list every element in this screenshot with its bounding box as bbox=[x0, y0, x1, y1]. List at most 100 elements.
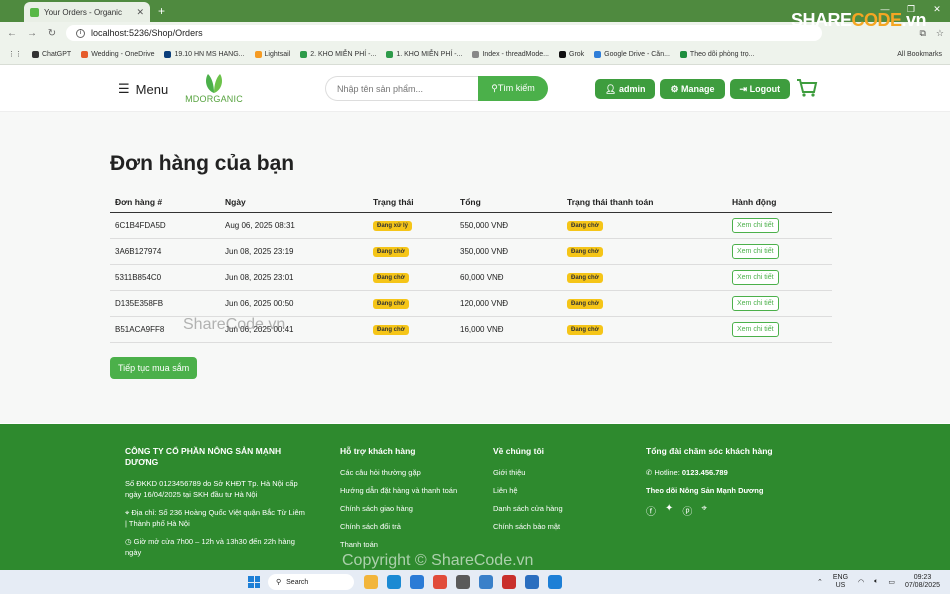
battery-icon[interactable]: ▭ bbox=[888, 578, 895, 586]
windows-start-icon[interactable] bbox=[248, 576, 260, 588]
volume-icon[interactable]: 🔈︎ bbox=[874, 578, 878, 586]
col-payment-status: Trạng thái thanh toán bbox=[562, 192, 727, 213]
bookmark-theo-doi[interactable]: Theo dõi phòng trọ... bbox=[679, 50, 755, 58]
bookmark-chatgpt[interactable]: ChatGPT bbox=[32, 50, 71, 58]
bookmark-kho-2[interactable]: 2. KHO MIỄN PHÍ -... bbox=[300, 50, 376, 58]
forward-icon[interactable]: → bbox=[26, 28, 38, 39]
search-button[interactable]: ⚲Tìm kiếm bbox=[478, 76, 548, 101]
app-icon[interactable] bbox=[525, 575, 539, 589]
reload-icon[interactable]: ↻ bbox=[46, 28, 58, 39]
new-tab-icon[interactable]: + bbox=[158, 4, 165, 18]
footer-link[interactable]: Danh sách cửa hàng bbox=[493, 503, 613, 514]
view-detail-button[interactable]: Xem chi tiết bbox=[732, 269, 779, 285]
star-icon[interactable]: ☆ bbox=[936, 28, 944, 39]
search-icon: ⚲ bbox=[491, 83, 498, 93]
taskbar-search[interactable]: ⚲ Search bbox=[268, 574, 354, 590]
support-title: Hỗ trợ khách hàng bbox=[340, 446, 416, 456]
edge-icon[interactable] bbox=[387, 575, 401, 589]
leaf-logo-icon bbox=[206, 74, 222, 93]
search-form: ⚲Tìm kiếm bbox=[325, 76, 548, 101]
chrome-icon[interactable] bbox=[433, 575, 447, 589]
col-date: Ngày bbox=[220, 192, 368, 213]
file-explorer-icon[interactable] bbox=[364, 575, 378, 589]
bookmark-onedrive[interactable]: Wedding - OneDrive bbox=[81, 50, 154, 58]
watermark-copyright: Copyright © ShareCode.vn bbox=[342, 552, 534, 569]
search-icon: ⚲ bbox=[276, 579, 282, 586]
search-input[interactable] bbox=[325, 76, 478, 101]
clock[interactable]: 09:23 07/08/2025 bbox=[905, 574, 940, 590]
watermark-mid: ShareCode.vn bbox=[183, 316, 286, 333]
table-header-row: Đơn hàng # Ngày Trạng thái Tổng Trạng th… bbox=[110, 192, 832, 213]
footer-link[interactable]: Thanh toán bbox=[340, 539, 460, 550]
table-row: 6C1B4FDA5D Aug 06, 2025 08:31 Đang xử lý… bbox=[110, 212, 832, 239]
bookmark-kho-1[interactable]: 1. KHO MIỄN PHÍ -... bbox=[386, 50, 462, 58]
order-id: 6C1B4FDA5D bbox=[110, 212, 220, 239]
company-address: ⌖ Địa chỉ: Số 236 Hoàng Quốc Việt quận B… bbox=[125, 508, 305, 528]
view-detail-button[interactable]: Xem chi tiết bbox=[732, 217, 779, 233]
pinterest-icon[interactable]: ⓟ bbox=[682, 503, 692, 518]
order-id: 3A6B127974 bbox=[110, 238, 220, 265]
logout-button[interactable]: ⇥ Logout bbox=[729, 79, 791, 99]
status-badge: Đang chờ bbox=[373, 272, 409, 283]
bookmark-lightsail[interactable]: Lightsail bbox=[254, 50, 290, 58]
footer-link[interactable]: Liên hệ bbox=[493, 485, 613, 496]
chevron-up-icon[interactable]: ⌃ bbox=[817, 578, 823, 586]
bookmarks-bar: ⋮⋮ ChatGPT Wedding - OneDrive 19.10 HN M… bbox=[0, 44, 950, 65]
bookmark-index[interactable]: Index - threadMode... bbox=[472, 50, 549, 58]
col-total: Tổng bbox=[455, 192, 562, 213]
view-detail-button[interactable]: Xem chi tiết bbox=[732, 295, 779, 311]
cart-icon[interactable] bbox=[796, 78, 818, 103]
app-icon[interactable] bbox=[502, 575, 516, 589]
brand-logo[interactable]: MDORGANIC bbox=[182, 72, 246, 104]
os-taskbar: ⚲ Search ⌃ ENG US ◠ 🔈︎ ▭ 09:23 07/08/2025 bbox=[0, 570, 950, 594]
store-icon[interactable] bbox=[410, 575, 424, 589]
bookmark-google-drive[interactable]: Google Drive - Căn... bbox=[594, 50, 670, 58]
admin-button[interactable]: 👤︎ admin bbox=[595, 79, 656, 99]
status-badge: Đang chờ bbox=[373, 324, 409, 335]
hamburger-icon: ☰ bbox=[118, 81, 130, 96]
payment-status-badge: Đang chờ bbox=[567, 272, 603, 283]
location-icon[interactable]: ⌖ bbox=[701, 503, 707, 518]
status-badge: Đang xử lý bbox=[373, 220, 413, 231]
table-row: 5311B854C0 Jun 08, 2025 23:01 Đang chờ 6… bbox=[110, 264, 832, 291]
browser-tab[interactable]: Your Orders - Organic ✕ bbox=[24, 2, 150, 22]
back-icon[interactable]: ← bbox=[6, 28, 18, 39]
brand-name: MDORGANIC bbox=[185, 94, 243, 104]
footer-link[interactable]: Chính sách bảo mật bbox=[493, 521, 613, 532]
close-window-icon[interactable]: ✕ bbox=[924, 0, 950, 18]
taskbar-apps bbox=[364, 575, 562, 589]
bookmark-grok[interactable]: Grok bbox=[559, 50, 584, 58]
order-date: Jun 08, 2025 23:19 bbox=[220, 238, 368, 265]
clock-icon: ◷ bbox=[125, 537, 134, 546]
footer-link[interactable]: Giới thiệu bbox=[493, 467, 613, 478]
follow-text: Theo dõi Nông Sản Mạnh Dương bbox=[646, 486, 764, 495]
footer-link[interactable]: Các câu hỏi thường gặp bbox=[340, 467, 460, 478]
company-name: CÔNG TY CỔ PHẦN NÔNG SẢN MẠNH DƯƠNG bbox=[125, 446, 282, 467]
col-status: Trạng thái bbox=[368, 192, 455, 213]
vscode-icon[interactable] bbox=[548, 575, 562, 589]
twitter-icon[interactable]: ✦ bbox=[665, 503, 673, 518]
view-detail-button[interactable]: Xem chi tiết bbox=[732, 321, 779, 337]
all-bookmarks[interactable]: All Bookmarks bbox=[897, 51, 942, 58]
close-tab-icon[interactable]: ✕ bbox=[136, 7, 144, 18]
continue-shopping-button[interactable]: Tiếp tục mua sắm bbox=[110, 357, 198, 379]
app-icon[interactable] bbox=[479, 575, 493, 589]
language-indicator[interactable]: ENG US bbox=[833, 574, 848, 590]
bookmark-hn-ms[interactable]: 19.10 HN MS HANG... bbox=[164, 50, 245, 58]
terminal-icon[interactable] bbox=[456, 575, 470, 589]
payment-status-badge: Đang chờ bbox=[567, 246, 603, 257]
facebook-icon[interactable]: ⓕ bbox=[646, 503, 656, 518]
footer-link[interactable]: Chính sách đổi trả bbox=[340, 521, 460, 532]
manage-button[interactable]: ⚙ Manage bbox=[660, 79, 725, 99]
order-total: 350,000 VNĐ bbox=[455, 238, 562, 265]
wifi-icon[interactable]: ◠ bbox=[858, 578, 864, 586]
footer-link[interactable]: Chính sách giao hàng bbox=[340, 503, 460, 514]
url-field[interactable]: i localhost:5236/Shop/Orders bbox=[66, 25, 822, 41]
care-title: Tổng đài chăm sóc khách hàng bbox=[646, 446, 773, 456]
view-detail-button[interactable]: Xem chi tiết bbox=[732, 243, 779, 259]
menu-button[interactable]: ☰ Menu bbox=[118, 81, 168, 97]
tab-favicon-icon bbox=[30, 7, 39, 17]
footer-link[interactable]: Hướng dẫn đặt hàng và thanh toán bbox=[340, 485, 460, 496]
apps-icon[interactable]: ⋮⋮ bbox=[8, 50, 22, 58]
site-info-icon[interactable]: i bbox=[76, 28, 85, 38]
